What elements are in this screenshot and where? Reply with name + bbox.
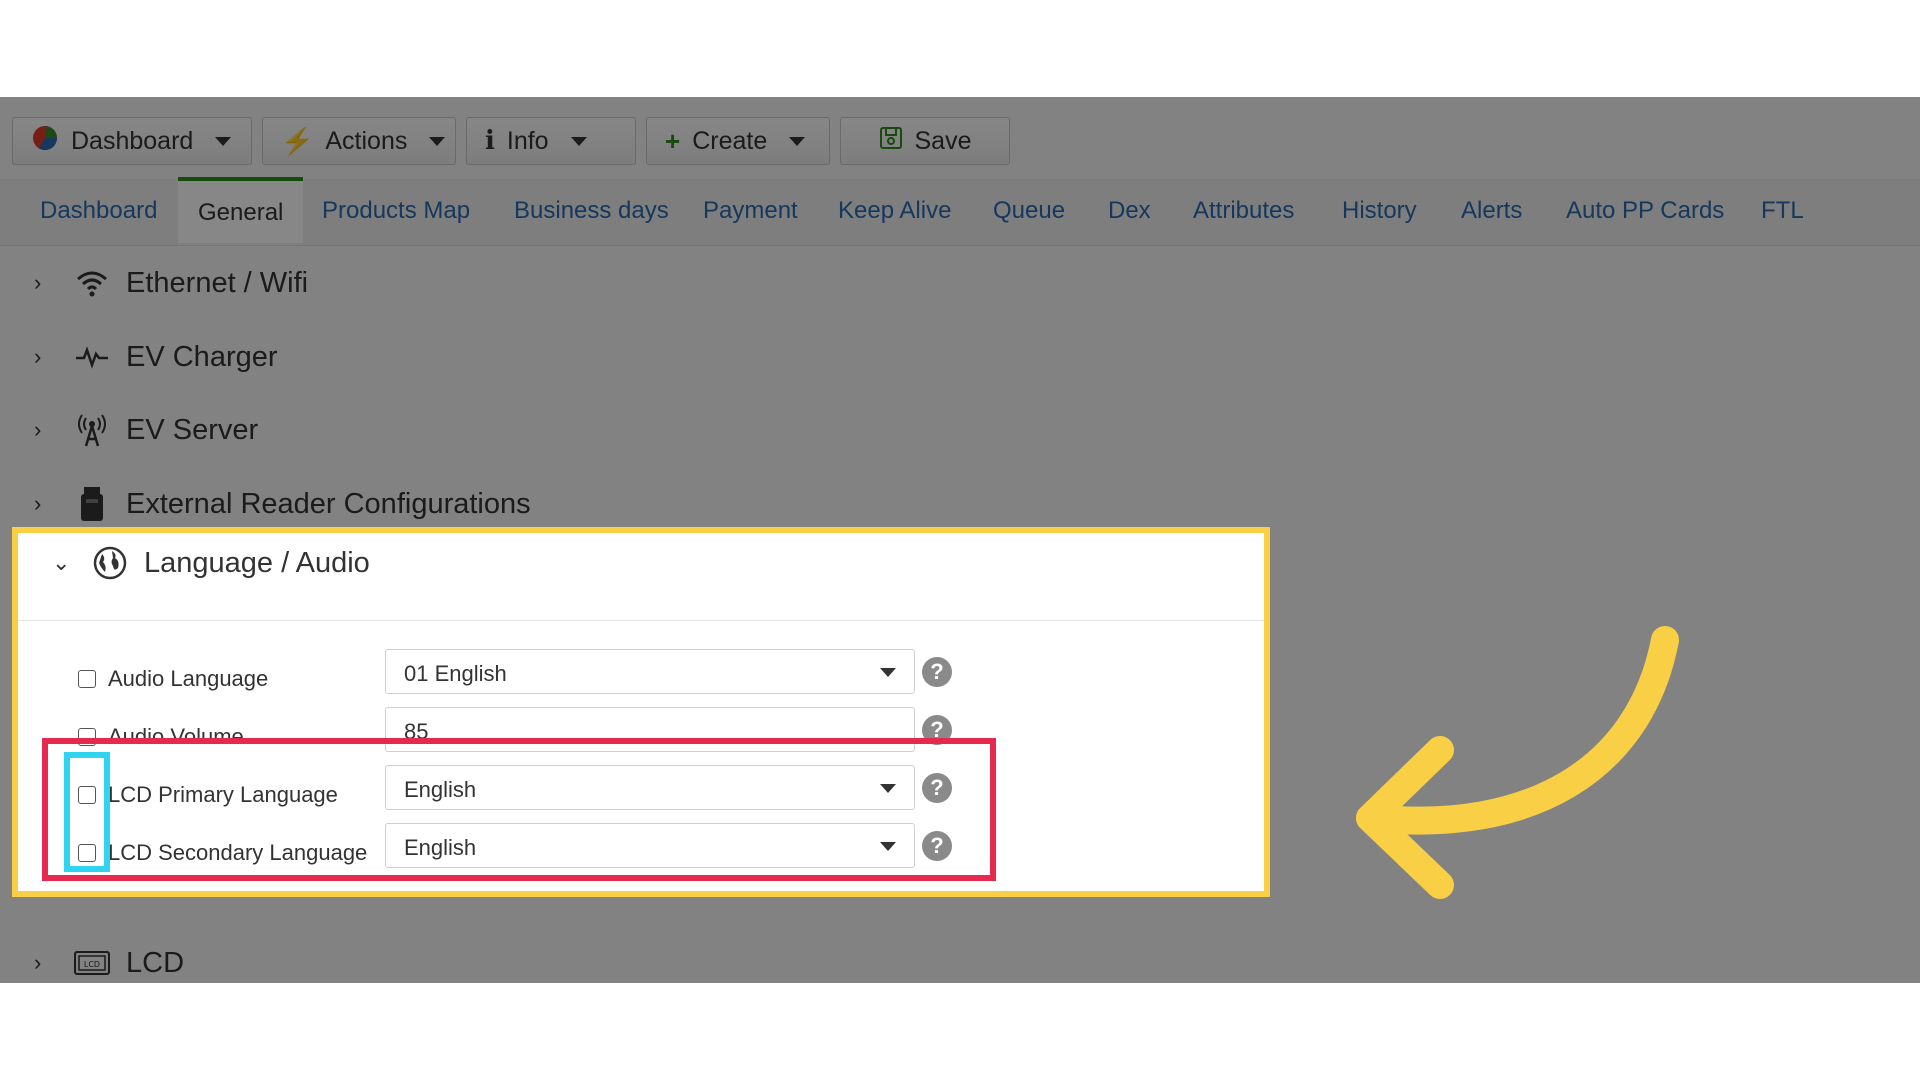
tab-queue[interactable]: Queue xyxy=(993,197,1065,225)
chevron-right-icon: › xyxy=(34,270,42,295)
tab-dashboard[interactable]: Dashboard xyxy=(40,197,157,225)
pointer-arrow-icon xyxy=(1356,626,1679,899)
section-ev-charger[interactable]: › EV Charger xyxy=(20,327,278,387)
tab-business-days[interactable]: Business days xyxy=(514,197,669,225)
lcd-language-highlight-box xyxy=(42,738,996,881)
antenna-icon xyxy=(74,412,110,448)
section-lcd[interactable]: › LCD LCD xyxy=(20,933,184,993)
audio-language-checkbox[interactable] xyxy=(78,670,96,688)
help-icon[interactable]: ? xyxy=(922,657,952,687)
section-ethernet-wifi[interactable]: › Ethernet / Wifi xyxy=(20,253,308,313)
chevron-down-icon xyxy=(429,136,446,146)
card-reader-icon xyxy=(74,486,110,522)
chevron-right-icon: › xyxy=(34,491,42,516)
create-menu-button[interactable]: + Create xyxy=(646,117,830,165)
toolbar: Dashboard ⚡ Actions i Info + Create Save xyxy=(12,117,1010,167)
divider xyxy=(18,620,1264,621)
section-title: Language / Audio xyxy=(144,546,370,579)
audio-language-select[interactable]: 01 English xyxy=(385,649,915,694)
section-external-reader[interactable]: › External Reader Configurations xyxy=(20,474,531,534)
actions-menu-label: Actions xyxy=(325,126,408,155)
create-menu-label: Create xyxy=(692,126,768,155)
dashboard-menu-button[interactable]: Dashboard xyxy=(12,117,252,165)
tab-dex[interactable]: Dex xyxy=(1108,197,1151,225)
chevron-down-icon xyxy=(570,136,587,146)
save-button[interactable]: Save xyxy=(840,117,1010,165)
info-menu-label: Info xyxy=(506,126,549,155)
save-label: Save xyxy=(914,126,972,155)
section-language-audio[interactable]: ⌄ Language / Audio xyxy=(38,545,370,581)
tab-history[interactable]: History xyxy=(1342,197,1417,225)
audio-language-row: Audio Language xyxy=(78,666,268,692)
wifi-icon xyxy=(74,265,110,301)
audio-language-value: 01 English xyxy=(404,661,507,686)
chevron-down-icon: ⌄ xyxy=(52,550,71,575)
actions-menu-button[interactable]: ⚡ Actions xyxy=(262,117,456,165)
tab-general[interactable]: General xyxy=(178,177,304,243)
section-title: EV Charger xyxy=(126,340,278,373)
globe-icon xyxy=(92,545,128,581)
chevron-down-icon xyxy=(880,668,896,677)
pie-chart-icon xyxy=(31,124,59,159)
section-ev-server[interactable]: › EV Server xyxy=(20,400,258,460)
floppy-disk-icon xyxy=(879,126,903,157)
info-menu-button[interactable]: i Info xyxy=(466,117,636,165)
section-title: Ethernet / Wifi xyxy=(126,266,309,299)
tab-products-map[interactable]: Products Map xyxy=(322,197,470,225)
lightning-icon: ⚡ xyxy=(281,125,314,156)
chevron-down-icon xyxy=(789,136,806,146)
svg-text:LCD: LCD xyxy=(84,960,100,969)
lcd-icon: LCD xyxy=(74,945,110,981)
section-title: External Reader Configurations xyxy=(126,487,531,520)
plus-icon: + xyxy=(665,125,681,156)
pulse-icon xyxy=(74,339,110,375)
tab-bar: Dashboard General Products Map Business … xyxy=(0,177,1920,246)
dashboard-menu-label: Dashboard xyxy=(71,126,194,155)
tab-auto-pp-cards[interactable]: Auto PP Cards xyxy=(1566,197,1724,225)
section-title: EV Server xyxy=(126,413,259,446)
chevron-right-icon: › xyxy=(34,417,42,442)
section-title: LCD xyxy=(126,946,185,979)
tab-payment[interactable]: Payment xyxy=(703,197,798,225)
chevron-right-icon: › xyxy=(34,950,42,975)
tab-alerts[interactable]: Alerts xyxy=(1461,197,1522,225)
tab-ftl[interactable]: FTL xyxy=(1761,197,1804,225)
audio-language-label: Audio Language xyxy=(108,666,269,691)
checkbox-highlight-box xyxy=(64,752,110,872)
chevron-down-icon xyxy=(215,136,232,146)
info-icon: i xyxy=(485,126,495,156)
tab-attributes[interactable]: Attributes xyxy=(1193,197,1294,225)
chevron-right-icon: › xyxy=(34,344,42,369)
tab-keep-alive[interactable]: Keep Alive xyxy=(838,197,951,225)
